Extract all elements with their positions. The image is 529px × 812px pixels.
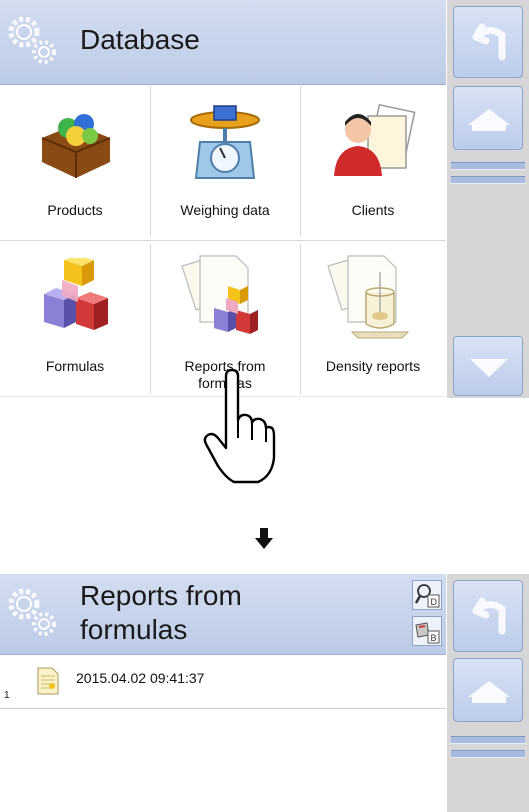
reports-title-bar: Reports from formulas D B (0, 574, 446, 655)
gears-icon (8, 588, 56, 636)
tile-density-reports[interactable]: Density reports (300, 244, 446, 396)
home-button[interactable] (453, 86, 523, 150)
scroll-handle[interactable] (447, 152, 529, 202)
formula-cubes-icon (44, 258, 108, 330)
hand-pointer-icon (203, 368, 276, 484)
back-button[interactable] (453, 6, 523, 78)
tile-label: Products (47, 202, 103, 218)
search-button[interactable]: D (412, 580, 442, 610)
page-title: Database (80, 24, 200, 55)
tile-formulas[interactable]: Formulas (0, 244, 150, 396)
svg-text:B: B (431, 633, 437, 643)
tile-products[interactable]: Products (0, 86, 150, 240)
home-button[interactable] (453, 658, 523, 722)
gears-icon (8, 16, 56, 64)
products-box-icon (41, 114, 111, 178)
weighing-scale-icon (190, 105, 260, 179)
back-button[interactable] (453, 580, 523, 652)
svg-text:D: D (431, 597, 438, 607)
tile-label: Weighing data (180, 202, 270, 218)
clients-person-icon (334, 103, 416, 176)
down-arrow-icon (255, 528, 273, 549)
page-title-line1: Reports from (80, 580, 242, 611)
tile-label: Density reports (325, 358, 421, 374)
tile-weighing-data[interactable]: Weighing data (150, 86, 300, 240)
chevron-down-icon (470, 359, 508, 377)
back-arrow-icon (472, 597, 506, 635)
export-button[interactable]: B (412, 616, 442, 646)
formula-reports-icon (181, 255, 258, 334)
search-icon: D (414, 584, 440, 608)
database-title-bar: Database (0, 0, 446, 85)
bottom-side-panel (447, 574, 529, 812)
tile-label: Formulas (45, 358, 105, 374)
top-side-panel (447, 0, 529, 398)
tile-clients[interactable]: Clients (300, 86, 446, 240)
back-arrow-icon (472, 23, 506, 61)
density-reports-icon (327, 255, 410, 339)
record-index: 1 (4, 690, 10, 701)
scroll-down-button[interactable] (453, 336, 523, 396)
scroll-handle[interactable] (447, 726, 529, 776)
home-icon (468, 681, 510, 703)
report-document-icon (37, 667, 59, 695)
record-datetime: 2015.04.02 09:41:37 (76, 670, 205, 686)
tag-export-icon: B (415, 622, 440, 644)
home-icon (468, 109, 510, 131)
page-title-line2: formulas (80, 614, 188, 645)
tile-label: Clients (351, 202, 395, 218)
list-item[interactable]: 1 2015.04.02 09:41:37 (0, 656, 446, 709)
